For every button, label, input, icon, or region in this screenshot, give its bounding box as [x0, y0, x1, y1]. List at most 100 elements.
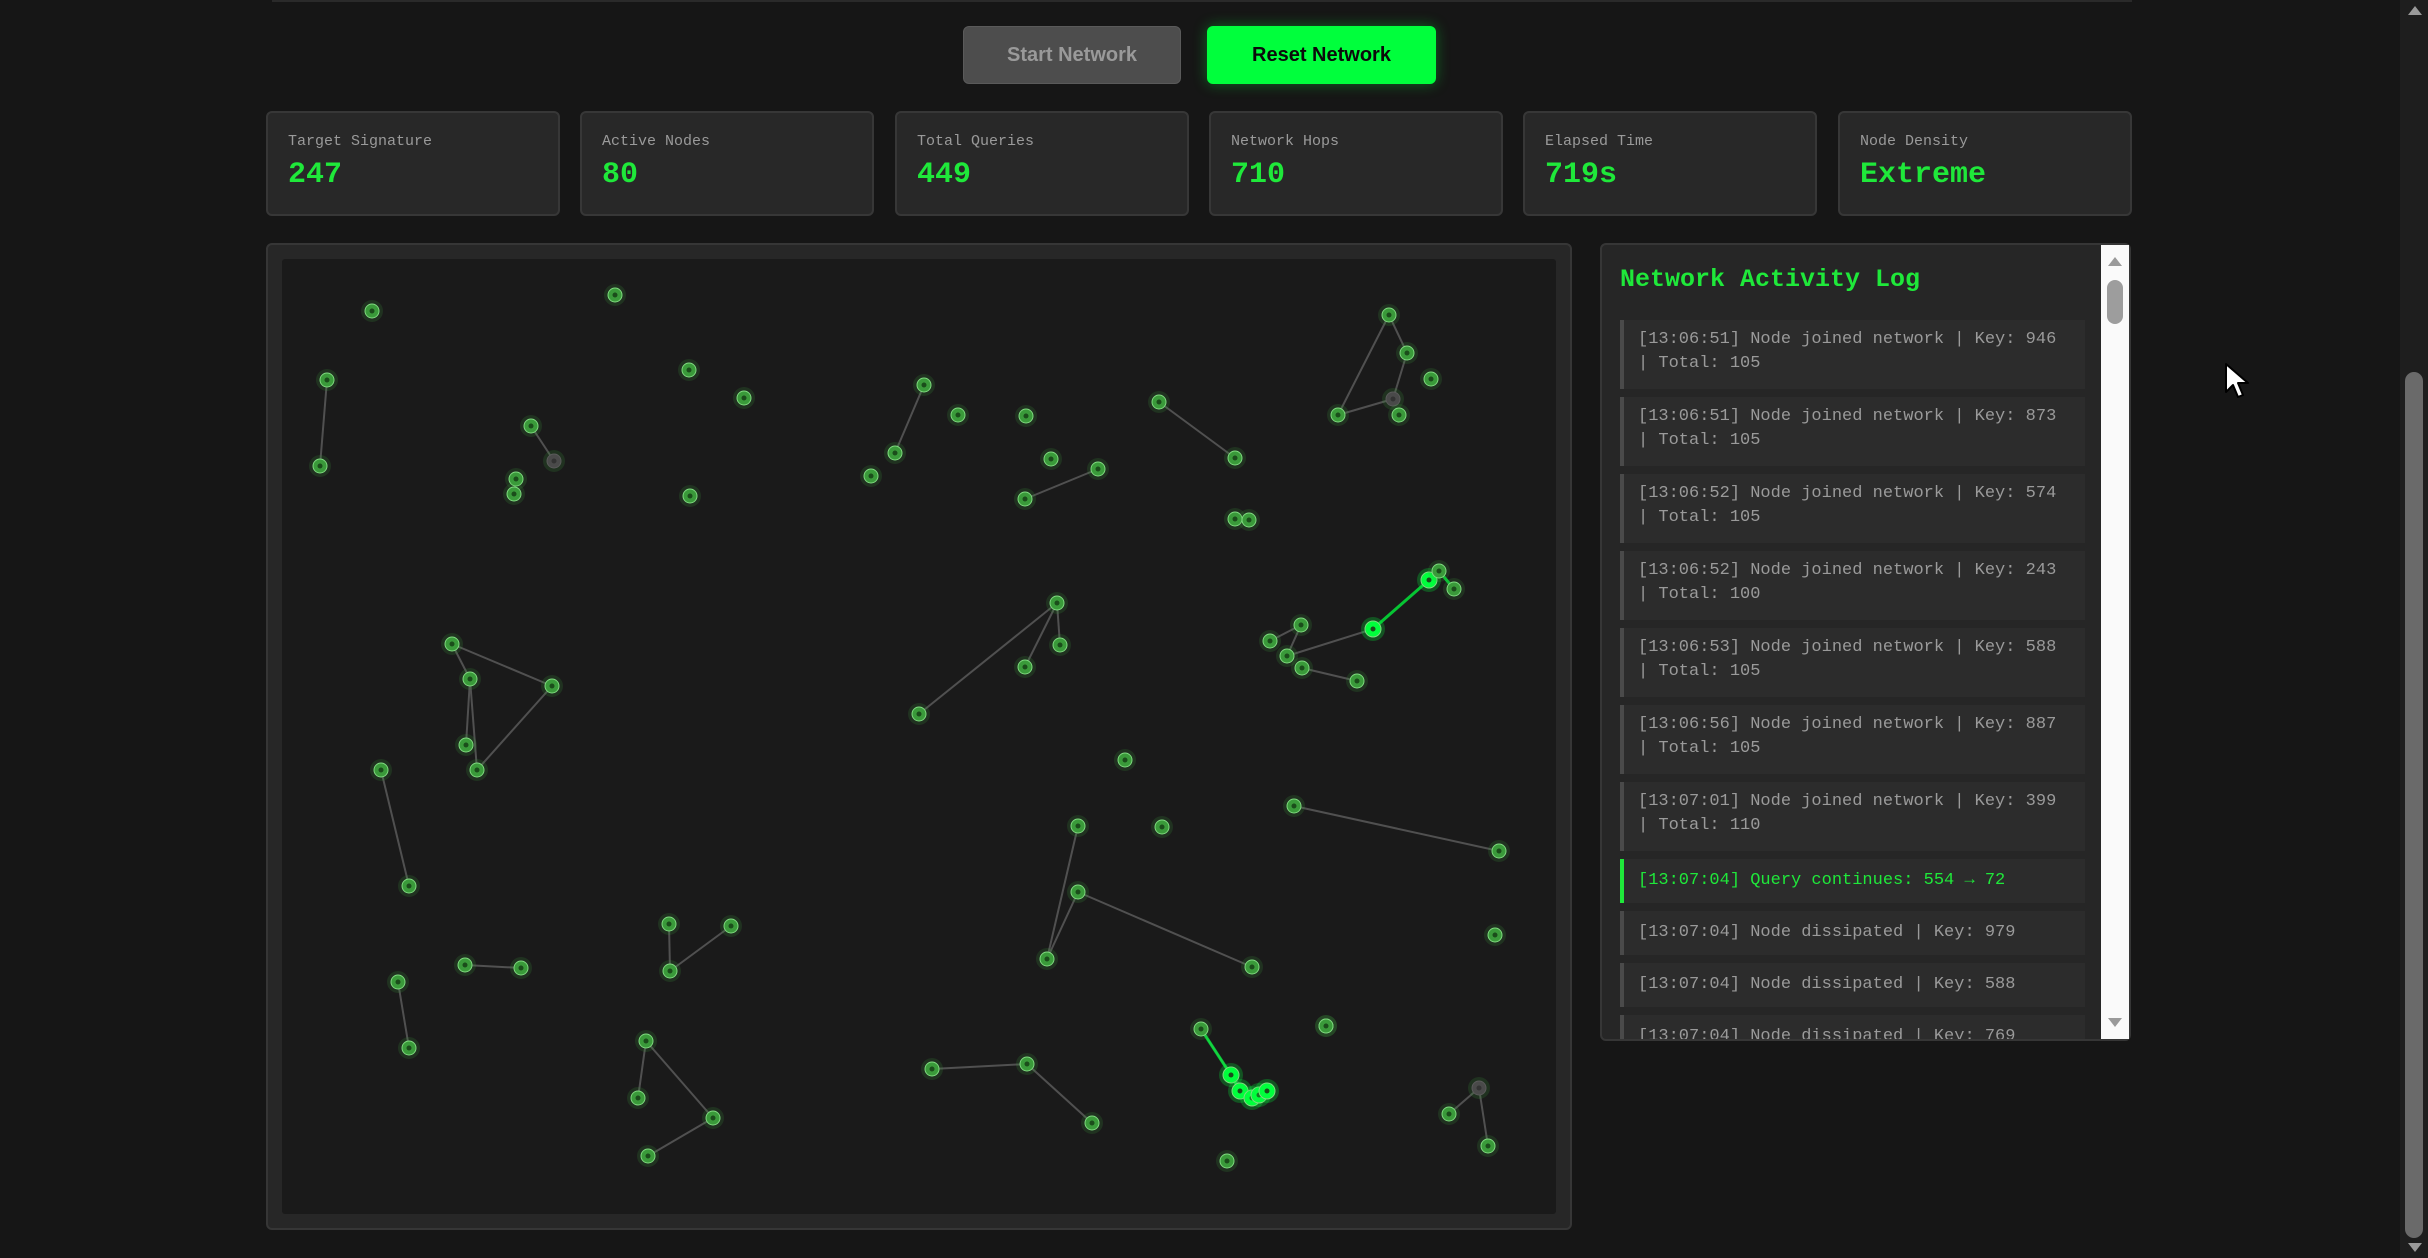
network-node[interactable]	[441, 633, 463, 655]
network-node[interactable]	[635, 1030, 657, 1052]
network-node[interactable]	[1346, 670, 1368, 692]
network-node[interactable]	[1438, 1103, 1460, 1125]
scroll-up-arrow-icon[interactable]	[2108, 257, 2122, 266]
scroll-up-arrow-icon[interactable]	[2408, 6, 2422, 15]
network-node-active[interactable]	[1361, 617, 1385, 641]
network-node[interactable]	[1067, 815, 1089, 837]
network-node[interactable]	[733, 387, 755, 409]
network-node[interactable]	[1488, 840, 1510, 862]
network-node[interactable]	[1014, 488, 1036, 510]
network-node[interactable]	[466, 759, 488, 781]
network-node[interactable]	[1396, 342, 1418, 364]
log-scroll-thumb[interactable]	[2107, 280, 2123, 324]
network-node[interactable]	[510, 957, 532, 979]
network-node[interactable]	[1484, 924, 1506, 946]
network-node[interactable]	[1014, 656, 1036, 678]
network-node[interactable]	[627, 1087, 649, 1109]
network-node[interactable]	[1148, 391, 1170, 413]
network-node[interactable]	[1238, 509, 1260, 531]
network-node[interactable]	[1151, 816, 1173, 838]
network-node[interactable]	[1087, 458, 1109, 480]
network-node[interactable]	[1388, 404, 1410, 426]
start-network-button[interactable]: Start Network	[963, 26, 1181, 84]
network-node[interactable]	[947, 404, 969, 426]
network-edge	[1024, 468, 1099, 500]
network-edge	[918, 602, 1058, 715]
network-node[interactable]	[1016, 1053, 1038, 1075]
network-node[interactable]	[309, 455, 331, 477]
network-node[interactable]	[1049, 634, 1071, 656]
network-node[interactable]	[1477, 1135, 1499, 1157]
network-node[interactable]	[387, 971, 409, 993]
network-node[interactable]	[459, 668, 481, 690]
network-node[interactable]	[1241, 956, 1263, 978]
network-node[interactable]	[503, 483, 525, 505]
network-node[interactable]	[543, 450, 565, 472]
network-node[interactable]	[1315, 1015, 1337, 1037]
network-node[interactable]	[1046, 592, 1068, 614]
network-node[interactable]	[455, 734, 477, 756]
network-node[interactable]	[454, 954, 476, 976]
network-node[interactable]	[541, 675, 563, 697]
network-node[interactable]	[1443, 578, 1465, 600]
network-node[interactable]	[1114, 749, 1136, 771]
page-scroll-thumb[interactable]	[2405, 372, 2423, 1238]
network-node[interactable]	[860, 465, 882, 487]
network-node[interactable]	[679, 485, 701, 507]
network-edge	[894, 384, 925, 454]
network-edge	[1158, 401, 1236, 459]
network-node[interactable]	[1224, 447, 1246, 469]
network-edge	[1337, 314, 1390, 416]
log-scrollbar[interactable]	[2101, 245, 2129, 1039]
network-node[interactable]	[1259, 630, 1281, 652]
network-node[interactable]	[1283, 795, 1305, 817]
scroll-down-arrow-icon[interactable]	[2408, 1243, 2422, 1252]
network-node[interactable]	[604, 284, 626, 306]
log-entry: [13:07:04] Node dissipated | Key: 979	[1620, 911, 2085, 955]
network-node[interactable]	[361, 300, 383, 322]
network-node[interactable]	[1081, 1112, 1103, 1134]
network-node[interactable]	[1428, 560, 1450, 582]
network-edge	[1026, 1063, 1093, 1124]
network-node[interactable]	[637, 1145, 659, 1167]
network-node[interactable]	[913, 374, 935, 396]
network-edge	[476, 685, 553, 771]
network-node[interactable]	[702, 1107, 724, 1129]
page-scrollbar[interactable]	[2400, 0, 2428, 1258]
network-node[interactable]	[1327, 404, 1349, 426]
network-node[interactable]	[720, 915, 742, 937]
network-canvas[interactable]	[282, 259, 1556, 1214]
network-node[interactable]	[398, 1037, 420, 1059]
network-node[interactable]	[1291, 657, 1313, 679]
network-node[interactable]	[316, 369, 338, 391]
network-node[interactable]	[1040, 448, 1062, 470]
mouse-pointer-icon	[2225, 363, 2249, 398]
network-node[interactable]	[659, 960, 681, 982]
network-node[interactable]	[1378, 304, 1400, 326]
network-node[interactable]	[1420, 368, 1442, 390]
network-node[interactable]	[1216, 1150, 1238, 1172]
network-node[interactable]	[398, 875, 420, 897]
scroll-down-arrow-icon[interactable]	[2108, 1018, 2122, 1027]
network-node[interactable]	[908, 703, 930, 725]
reset-network-button[interactable]: Reset Network	[1207, 26, 1436, 84]
log-entry: [13:07:04] Node dissipated | Key: 588	[1620, 963, 2085, 1007]
network-node[interactable]	[1015, 405, 1037, 427]
network-node[interactable]	[370, 759, 392, 781]
network-node[interactable]	[1190, 1018, 1212, 1040]
network-node[interactable]	[1468, 1077, 1490, 1099]
log-title: Network Activity Log	[1620, 265, 1921, 294]
network-node[interactable]	[884, 442, 906, 464]
network-edge	[469, 678, 478, 771]
network-node[interactable]	[658, 913, 680, 935]
network-node[interactable]	[678, 359, 700, 381]
network-edge	[380, 769, 410, 887]
network-node[interactable]	[1067, 881, 1089, 903]
network-canvas-frame	[266, 243, 1572, 1230]
network-node[interactable]	[520, 415, 542, 437]
network-node[interactable]	[921, 1058, 943, 1080]
log-list[interactable]: [13:06:51] Node joined network | Key: 94…	[1620, 320, 2085, 1039]
network-node-active[interactable]	[1255, 1079, 1279, 1103]
network-node[interactable]	[1290, 614, 1312, 636]
network-node[interactable]	[1036, 948, 1058, 970]
